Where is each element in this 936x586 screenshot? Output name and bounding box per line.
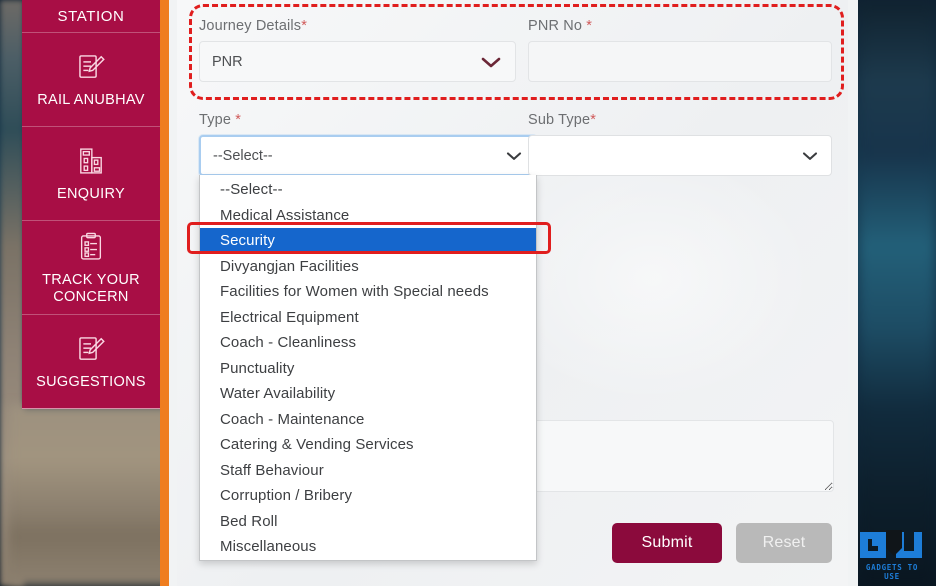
form-actions: Submit Reset — [612, 523, 832, 563]
type-option-label: Catering & Vending Services — [220, 436, 414, 454]
type-option-label: Miscellaneous — [220, 538, 317, 556]
type-option-label: Medical Assistance — [220, 206, 350, 224]
background-watermark — [517, 175, 817, 405]
type-option-label: Divyangjan Facilities — [220, 257, 359, 275]
label-text: PNR No — [528, 18, 587, 34]
type-option-label: --Select-- — [220, 181, 283, 199]
pnr-no-label: PNR No * — [528, 18, 832, 34]
chevron-down-icon — [480, 55, 502, 69]
type-option-label: Corruption / Bribery — [220, 487, 353, 505]
sidebar-item-enquiry[interactable]: ENQUIRY — [22, 126, 160, 220]
label-text: Sub Type — [528, 112, 591, 128]
sidebar-item-station[interactable]: STATION — [22, 0, 160, 32]
backdrop-lower-left-strip — [8, 405, 173, 586]
complaint-form-panel: Journey Details* PNR PNR No * Type * --S… — [169, 0, 858, 586]
type-option-7[interactable]: Punctuality — [200, 356, 536, 382]
field-journey-details: Journey Details* PNR — [199, 18, 516, 82]
journey-details-value: PNR — [212, 53, 243, 70]
gadgets-to-use-watermark: GADGETS TO USE — [856, 528, 928, 581]
required-asterisk: * — [301, 18, 307, 34]
journey-details-label: Journey Details* — [199, 18, 516, 34]
station-building-icon — [74, 144, 108, 178]
required-asterisk: * — [586, 18, 593, 34]
label-text: Journey Details — [199, 18, 302, 34]
description-textarea[interactable] — [529, 420, 834, 492]
type-option-6[interactable]: Coach - Cleanliness — [200, 330, 536, 356]
chevron-down-icon — [506, 150, 522, 161]
type-option-5[interactable]: Electrical Equipment — [200, 305, 536, 331]
sidebar-item-label: TRACK YOUR CONCERN — [42, 271, 140, 305]
sidebar-item-suggestions[interactable]: SUGGESTIONS — [22, 314, 160, 409]
submit-button[interactable]: Submit — [612, 523, 722, 563]
type-option-label: Punctuality — [220, 359, 295, 377]
type-option-0[interactable]: --Select-- — [200, 177, 536, 203]
type-option-13[interactable]: Bed Roll — [200, 509, 536, 535]
type-option-label: Electrical Equipment — [220, 308, 359, 326]
sidebar-item-track-your-concern[interactable]: TRACK YOUR CONCERN — [22, 220, 160, 314]
journey-details-select[interactable]: PNR — [199, 41, 516, 82]
required-asterisk: * — [235, 112, 242, 128]
type-option-label: Staff Behaviour — [220, 461, 324, 479]
type-option-label: Coach - Maintenance — [220, 410, 365, 428]
sub-type-select[interactable] — [528, 135, 832, 176]
type-option-label: Coach - Cleanliness — [220, 334, 357, 352]
type-option-3[interactable]: Divyangjan Facilities — [200, 254, 536, 280]
orange-accent-bar — [160, 0, 169, 586]
watermark-text: GADGETS TO USE — [865, 563, 919, 581]
sidebar-item-label: ENQUIRY — [57, 186, 125, 202]
field-pnr-no: PNR No * — [528, 18, 832, 82]
sub-type-label: Sub Type* — [528, 112, 832, 128]
screenshot-root: STATION RAIL ANUBHAV ENQUIRY TRACK YOUR … — [0, 0, 936, 586]
type-option-12[interactable]: Corruption / Bribery — [200, 483, 536, 509]
type-option-8[interactable]: Water Availability — [200, 381, 536, 407]
type-option-9[interactable]: Coach - Maintenance — [200, 407, 536, 433]
type-option-label: Bed Roll — [220, 512, 278, 530]
type-option-label: Water Availability — [220, 385, 336, 403]
clipboard-check-icon — [74, 230, 108, 264]
note-pencil-icon — [74, 50, 108, 84]
backdrop-right-strip — [858, 0, 936, 586]
type-label: Type * — [199, 112, 537, 128]
type-option-4[interactable]: Facilities for Women with Special needs — [200, 279, 536, 305]
type-option-label: Security — [220, 232, 275, 250]
type-option-label: Facilities for Women with Special needs — [220, 283, 489, 301]
type-selected-value: --Select-- — [213, 147, 273, 164]
reset-button[interactable]: Reset — [736, 523, 832, 563]
sidebar-item-label: SUGGESTIONS — [36, 374, 146, 390]
type-option-11[interactable]: Staff Behaviour — [200, 458, 536, 484]
required-asterisk: * — [590, 112, 596, 128]
type-dropdown-list[interactable]: --Select-- Medical Assistance Security Divy… — [199, 175, 537, 561]
label-text: Type — [199, 112, 236, 128]
sidebar-item-label: STATION — [57, 7, 125, 25]
type-option-14[interactable]: Miscellaneous — [200, 534, 536, 560]
chevron-down-icon — [802, 150, 818, 161]
field-sub-type: Sub Type* — [528, 112, 832, 176]
type-option-10[interactable]: Catering & Vending Services — [200, 432, 536, 458]
note-pencil-icon — [74, 332, 108, 366]
left-sidebar: STATION RAIL ANUBHAV ENQUIRY TRACK YOUR … — [22, 0, 160, 409]
pnr-no-input[interactable] — [528, 41, 832, 82]
type-select[interactable]: --Select-- — [199, 135, 537, 176]
type-option-1[interactable]: Medical Assistance — [200, 203, 536, 229]
sidebar-item-label: RAIL ANUBHAV — [37, 92, 145, 108]
gu-logo-icon — [856, 528, 928, 562]
sidebar-item-rail-anubhav[interactable]: RAIL ANUBHAV — [22, 32, 160, 126]
form-surface: Journey Details* PNR PNR No * Type * --S… — [177, 0, 848, 586]
type-option-2[interactable]: Security — [200, 228, 536, 254]
field-type: Type * --Select-- — [199, 112, 537, 176]
